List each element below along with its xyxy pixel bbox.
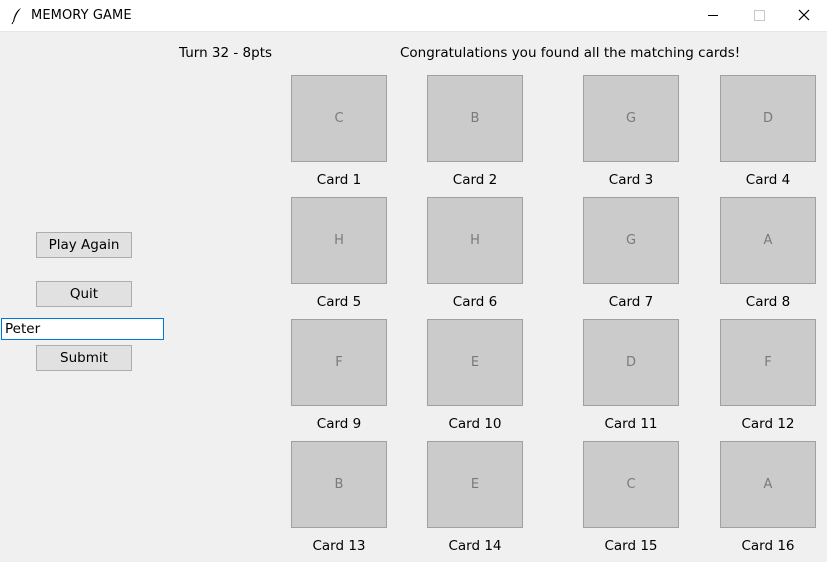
card-button[interactable]: C [583,441,679,528]
player-name-input[interactable] [1,318,164,340]
card-button[interactable]: D [720,75,816,162]
card-label: Card 13 [312,538,366,554]
card-label: Card 4 [745,172,791,188]
card-label: Card 15 [604,538,658,554]
card-button[interactable]: E [427,441,523,528]
card-button[interactable]: A [720,441,816,528]
quit-button[interactable]: Quit [36,281,132,307]
status-message: Congratulations you found all the matchi… [400,45,741,61]
close-button[interactable] [781,0,827,31]
minimize-button[interactable] [690,0,736,31]
card-label: Card 3 [608,172,654,188]
card-label: Card 10 [448,416,502,432]
card-button[interactable]: F [291,319,387,406]
card-button[interactable]: E [427,319,523,406]
card-button[interactable]: B [427,75,523,162]
close-icon [798,9,810,21]
submit-button[interactable]: Submit [36,345,132,371]
card-label: Card 12 [741,416,795,432]
card-button[interactable]: B [291,441,387,528]
card-button[interactable]: G [583,75,679,162]
card-label: Card 1 [316,172,362,188]
turn-score-label: Turn 32 - 8pts [179,45,273,61]
card-label: Card 9 [316,416,362,432]
card-label: Card 5 [316,294,362,310]
card-button[interactable]: F [720,319,816,406]
card-button[interactable]: G [583,197,679,284]
card-label: Card 14 [448,538,502,554]
play-again-button[interactable]: Play Again [36,232,132,258]
maximize-button[interactable] [736,0,782,31]
card-button[interactable]: C [291,75,387,162]
card-label: Card 8 [745,294,791,310]
title-bar: MEMORY GAME [0,0,827,32]
feather-icon [10,7,24,25]
window-title: MEMORY GAME [31,8,132,23]
card-button[interactable]: H [291,197,387,284]
card-label: Card 6 [452,294,498,310]
card-label: Card 16 [741,538,795,554]
card-button[interactable]: H [427,197,523,284]
card-label: Card 2 [452,172,498,188]
card-button[interactable]: D [583,319,679,406]
card-label: Card 11 [604,416,658,432]
card-label: Card 7 [608,294,654,310]
card-button[interactable]: A [720,197,816,284]
